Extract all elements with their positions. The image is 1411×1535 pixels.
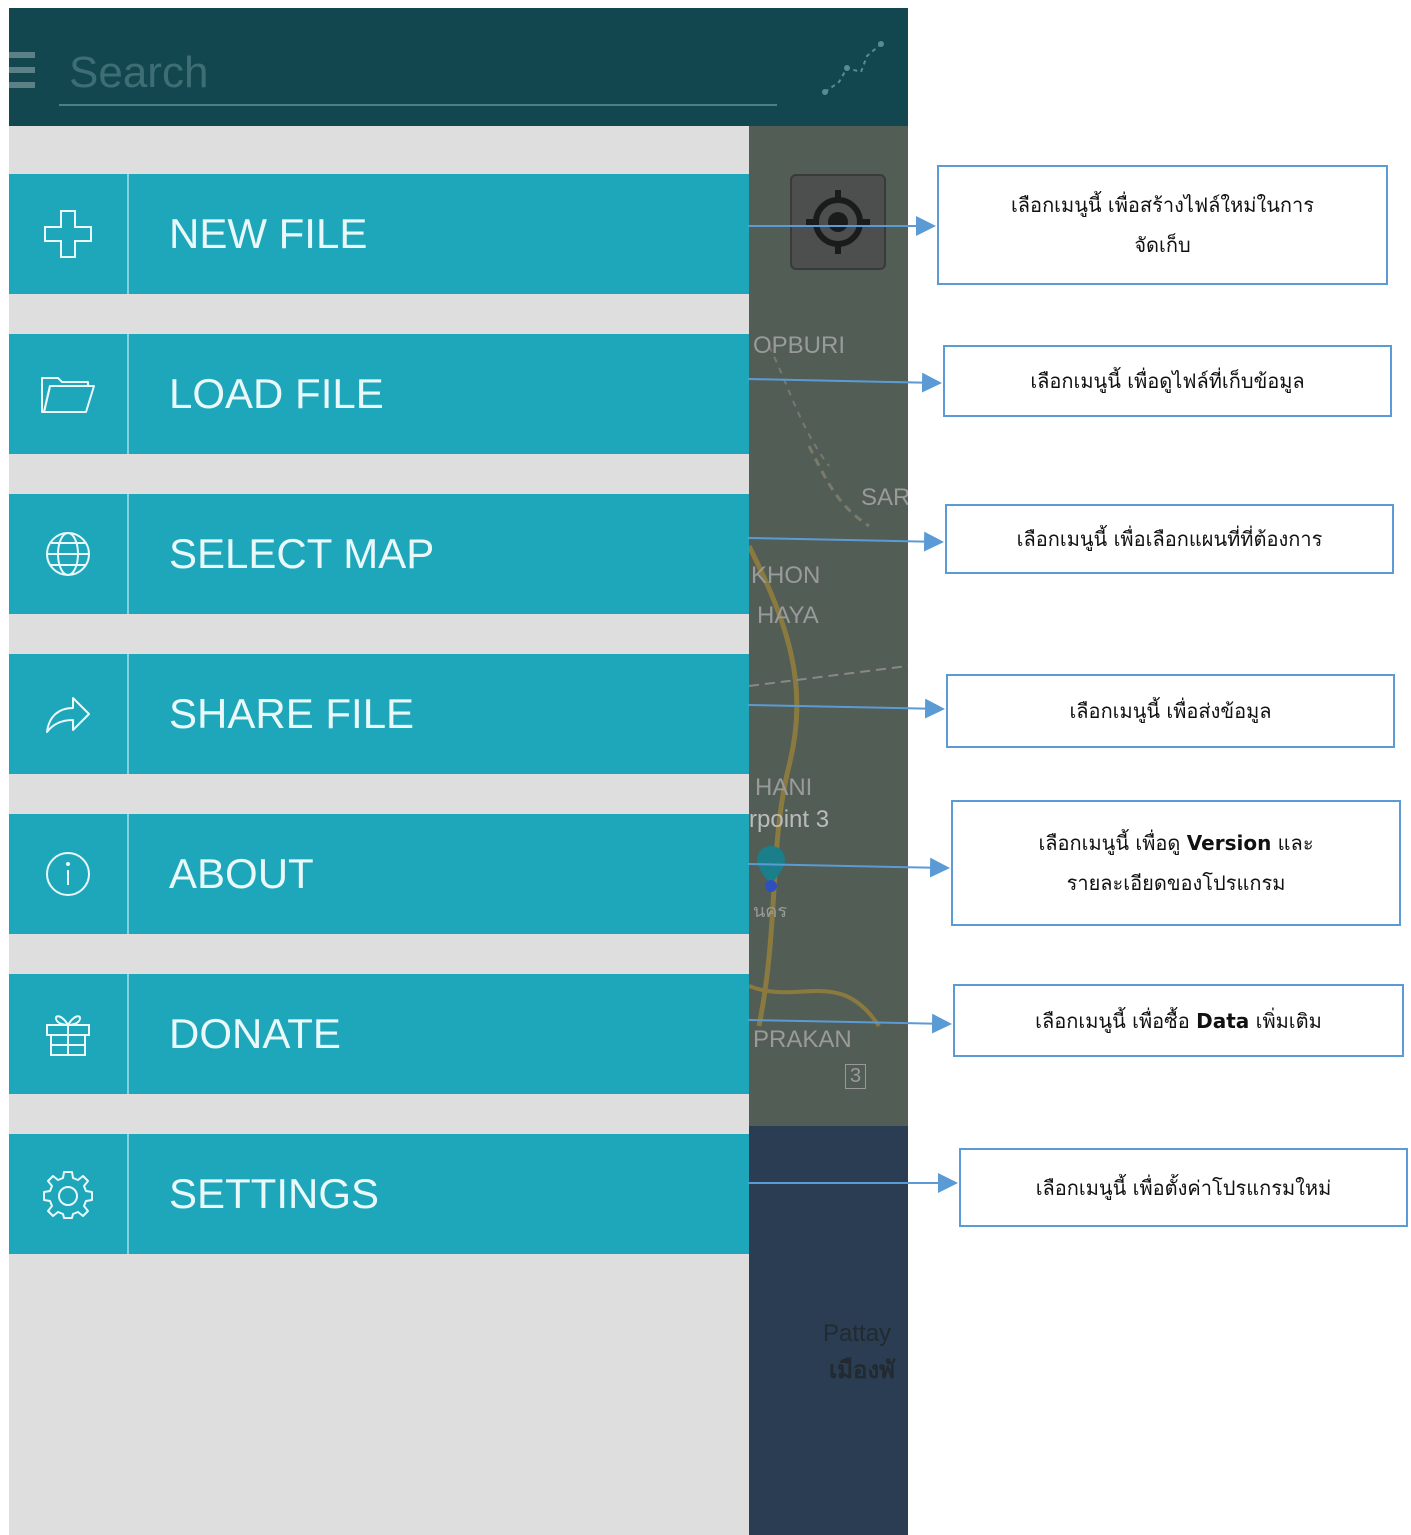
menu-icon-cell bbox=[9, 1134, 129, 1254]
map-view[interactable]: OPBURI SAR KHON HAYA HANI rpoint 3 นคร P… bbox=[749, 126, 908, 1535]
menu-item-settings[interactable]: SETTINGS bbox=[9, 1134, 749, 1254]
menu-item-label: DONATE bbox=[169, 1010, 341, 1057]
globe-icon bbox=[46, 532, 90, 576]
callout-load-file: เลือกเมนูนี้ เพื่อดูไฟล์ที่เก็บข้อมูล bbox=[943, 345, 1392, 417]
crosshair-icon bbox=[806, 190, 870, 254]
menu-item-label: SETTINGS bbox=[169, 1170, 380, 1217]
map-label: HANI bbox=[755, 774, 813, 801]
menu-item-share-file[interactable]: SHARE FILE bbox=[9, 654, 749, 774]
menu-item-label: SELECT MAP bbox=[169, 530, 435, 577]
map-label: KHON bbox=[751, 562, 821, 589]
info-icon bbox=[46, 852, 90, 896]
map-pin-icon[interactable] bbox=[755, 844, 787, 892]
menu-icon-cell bbox=[9, 974, 129, 1094]
callout-donate: เลือกเมนูนี้ เพื่อซื้อ Data เพิ่มเติม bbox=[953, 984, 1404, 1057]
locate-me-button[interactable] bbox=[790, 174, 886, 270]
menu-item-label: NEW FILE bbox=[169, 210, 368, 257]
folder-icon bbox=[41, 377, 95, 413]
callout-about: เลือกเมนูนี้ เพื่อดู Version และ รายละเอี… bbox=[951, 800, 1401, 926]
phone-screen: OPBURI SAR KHON HAYA HANI rpoint 3 นคร P… bbox=[9, 8, 908, 1535]
map-label: OPBURI bbox=[753, 332, 846, 359]
menu-icon-cell bbox=[9, 814, 129, 934]
menu-item-select-map[interactable]: SELECT MAP bbox=[9, 494, 749, 614]
callout-share-file: เลือกเมนูนี้ เพื่อส่งข้อมูล bbox=[946, 674, 1395, 748]
map-label: HAYA bbox=[757, 602, 819, 629]
share-arrow-icon bbox=[46, 697, 90, 733]
menu-item-donate[interactable]: DONATE bbox=[9, 974, 749, 1094]
plus-icon bbox=[44, 210, 92, 258]
callout-select-map: เลือกเมนูนี้ เพื่อเลือกแผนที่ที่ต้องการ bbox=[945, 504, 1394, 574]
map-label: เมืองพั bbox=[829, 1357, 895, 1384]
menu-icon-cell bbox=[9, 494, 129, 614]
map-label: PRAKAN bbox=[753, 1026, 852, 1053]
navigation-drawer: NEW FILE LOAD FILE SELECT MAP SHARE FILE… bbox=[9, 126, 749, 1535]
search-box bbox=[59, 44, 777, 106]
callout-new-file: เลือกเมนูนี้ เพื่อสร้างไฟล์ใหม่ในการ จัดเ… bbox=[937, 165, 1388, 285]
menu-item-about[interactable]: ABOUT bbox=[9, 814, 749, 934]
menu-icon-cell bbox=[9, 334, 129, 454]
menu-item-label: SHARE FILE bbox=[169, 690, 415, 737]
gift-icon bbox=[46, 1015, 90, 1056]
map-label: 3 bbox=[845, 1064, 867, 1089]
search-input[interactable] bbox=[69, 44, 769, 102]
map-label: rpoint 3 bbox=[749, 806, 830, 833]
gear-icon bbox=[43, 1171, 93, 1219]
map-label: นคร bbox=[753, 901, 788, 921]
menu-icon-cell bbox=[9, 174, 129, 294]
map-label: Pattay bbox=[823, 1320, 892, 1347]
map-label: SAR bbox=[861, 484, 908, 511]
menu-item-load-file[interactable]: LOAD FILE bbox=[9, 334, 749, 454]
menu-item-label: ABOUT bbox=[169, 850, 314, 897]
callout-settings: เลือกเมนูนี้ เพื่อตั้งค่าโปรแกรมใหม่ bbox=[959, 1148, 1408, 1227]
route-icon[interactable] bbox=[817, 38, 887, 98]
menu-icon-cell bbox=[9, 654, 129, 774]
menu-item-new-file[interactable]: NEW FILE bbox=[9, 174, 749, 294]
hamburger-menu-icon[interactable] bbox=[9, 52, 35, 88]
menu-item-label: LOAD FILE bbox=[169, 370, 384, 417]
top-app-bar bbox=[9, 8, 908, 126]
